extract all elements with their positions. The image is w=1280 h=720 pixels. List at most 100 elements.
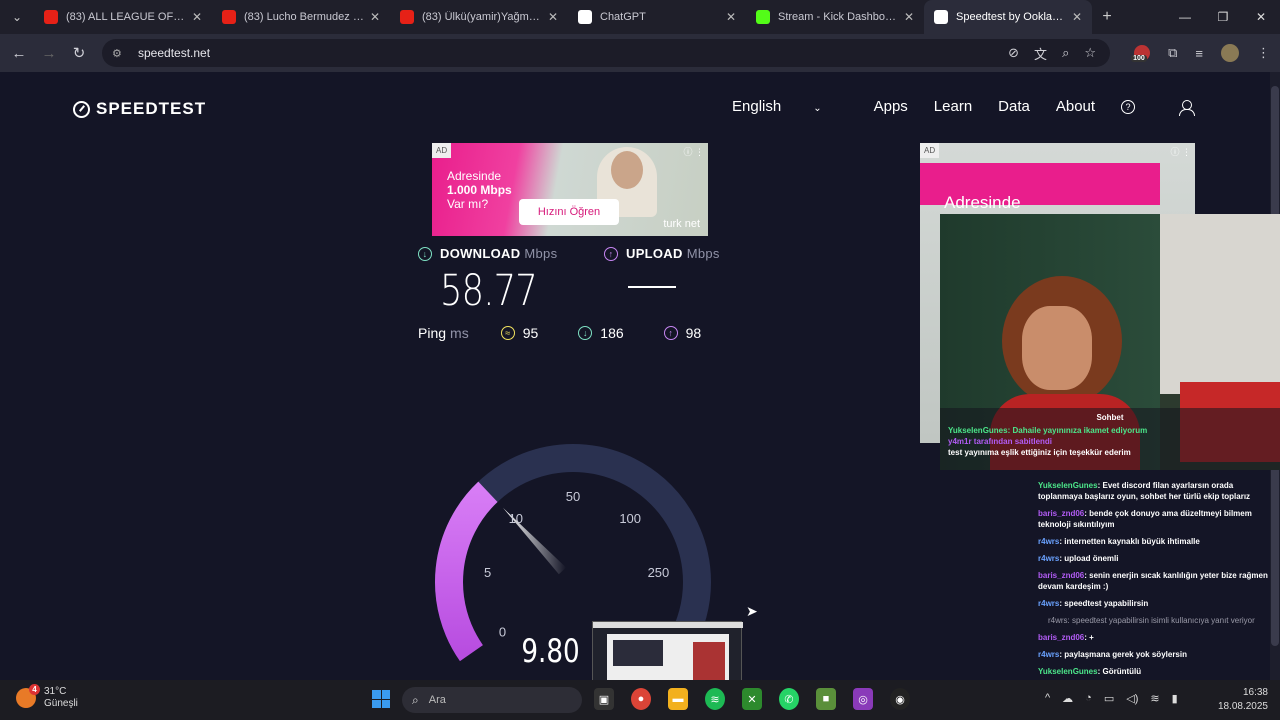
browser-tab[interactable]: (83) Ülkü(yamir)Yağmur - Y ✕: [390, 0, 568, 34]
ad-tag: AD: [432, 143, 452, 158]
ad-info-icon[interactable]: ⓘ ⋮: [1170, 145, 1191, 158]
chat-username[interactable]: baris_znd06: [1038, 633, 1084, 642]
weather-widget[interactable]: 4 31°C Güneşli: [16, 684, 78, 710]
ad-line-2: 1.000 Mbps: [447, 183, 512, 197]
forward-icon[interactable]: →: [34, 45, 64, 62]
reading-list-icon[interactable]: ≡: [1195, 46, 1203, 61]
language-select[interactable]: English ⌄: [732, 98, 848, 115]
tab-title: Speedtest by Ookla - The: [956, 11, 1066, 23]
extensions-puzzle-icon[interactable]: ⧉: [1168, 45, 1177, 61]
chat-username[interactable]: YukselenGunes: [1038, 481, 1098, 490]
chat-username[interactable]: YukselenGunes: [1038, 667, 1098, 676]
screen-share-preview[interactable]: [592, 621, 743, 680]
tray-chevron-icon[interactable]: ^: [1045, 692, 1050, 705]
minecraft-icon[interactable]: ■: [816, 688, 836, 710]
user-account-icon[interactable]: [1179, 99, 1196, 116]
zoom-icon[interactable]: ⌕: [1062, 45, 1069, 61]
whatsapp-icon[interactable]: ✆: [779, 688, 799, 710]
file-explorer-icon[interactable]: ▬: [668, 688, 688, 710]
search-icon: ⌕: [412, 692, 419, 707]
browser-tab[interactable]: Speedtest by Ookla - The ✕: [924, 0, 1092, 34]
minimize-icon[interactable]: —: [1166, 0, 1204, 34]
task-view-icon[interactable]: ▣: [594, 688, 614, 710]
tray-battery-icon[interactable]: ▮: [1172, 692, 1178, 705]
gauge-tick-label: 100: [619, 511, 641, 526]
address-bar[interactable]: ⚙ speedtest.net ⊘ 文 ⌕ ☆: [102, 39, 1110, 67]
chat-message: YukselenGunes: Görüntülü: [1038, 667, 1142, 676]
close-tab-icon[interactable]: ✕: [548, 10, 558, 24]
xbox-icon[interactable]: ✕: [742, 688, 762, 710]
tab-search-icon[interactable]: ⌄: [0, 0, 34, 34]
obs-icon[interactable]: ◉: [890, 688, 910, 710]
chat-message: r4wrs: internetten kaynaklı büyük ihtima…: [1038, 537, 1200, 546]
overlay-line: test yayınıma eşlik ettiğiniz için teşek…: [948, 448, 1131, 457]
chat-username[interactable]: r4wrs: [1038, 537, 1059, 546]
ad-cta-button[interactable]: Hızını Öğren: [519, 199, 619, 225]
nav-learn[interactable]: Learn: [934, 98, 972, 115]
clock-time: 16:38: [1242, 687, 1268, 698]
youtube-icon: [222, 10, 236, 24]
tray-wifi-icon[interactable]: ◔: [1085, 692, 1092, 705]
close-tab-icon[interactable]: ✕: [192, 10, 202, 24]
chat-username[interactable]: baris_znd06: [1038, 571, 1084, 580]
help-icon[interactable]: ?: [1121, 99, 1136, 114]
download-label-row: ↓ DOWNLOAD Mbps: [418, 246, 557, 261]
ping-unit: ms: [450, 325, 469, 341]
new-tab-button[interactable]: +: [1092, 8, 1122, 26]
gauge-tick-label: 5: [484, 565, 491, 580]
ad-tag: AD: [920, 143, 940, 158]
tray-cloud-icon[interactable]: ☁: [1062, 692, 1073, 705]
ad-info-icon[interactable]: ⓘ ⋮: [683, 145, 704, 158]
browser-tab[interactable]: Stream - Kick Dashboard ✕: [746, 0, 924, 34]
chat-username[interactable]: r4wrs: [1038, 599, 1059, 608]
chevron-down-icon: ⌄: [813, 103, 822, 114]
nav-data[interactable]: Data: [998, 98, 1030, 115]
overlay-title: Sohbet: [1096, 413, 1124, 422]
close-tab-icon[interactable]: ✕: [904, 10, 914, 24]
maximize-icon[interactable]: ❐: [1204, 0, 1242, 34]
eye-off-icon[interactable]: ⊘: [1008, 45, 1019, 61]
nav-about[interactable]: About: [1056, 98, 1095, 115]
close-window-icon[interactable]: ✕: [1242, 0, 1280, 34]
logo-text: SPEEDTEST: [96, 99, 207, 118]
clock[interactable]: 16:38 18.08.2025: [1218, 686, 1268, 714]
windows-start-icon[interactable]: [372, 690, 390, 708]
tray-display-icon[interactable]: ▭: [1104, 692, 1114, 705]
url-text: speedtest.net: [138, 46, 211, 60]
translate-icon[interactable]: 文: [1034, 44, 1047, 63]
profile-avatar[interactable]: [1221, 44, 1239, 62]
speedtest-logo[interactable]: SPEEDTEST: [73, 99, 206, 119]
upload-unit: Mbps: [686, 246, 720, 261]
close-tab-icon[interactable]: ✕: [370, 10, 380, 24]
chat-message: baris_znd06: +: [1038, 633, 1094, 642]
taskbar-search[interactable]: ⌕ Ara: [402, 687, 582, 713]
upload-value-pending: [628, 286, 676, 288]
close-tab-icon[interactable]: ✕: [726, 10, 736, 24]
tray-wifi-signal-icon[interactable]: ≋: [1150, 692, 1159, 705]
browser-toolbar: ← → ↻ ⚙ speedtest.net ⊘ 文 ⌕ ☆ 100 ⧉ ≡ ⋮: [0, 34, 1280, 72]
chat-username[interactable]: r4wrs: [1038, 650, 1059, 659]
close-tab-icon[interactable]: ✕: [1072, 10, 1082, 24]
speedtest-icon: [934, 10, 948, 24]
search-placeholder: Ara: [428, 694, 446, 706]
back-icon[interactable]: ←: [4, 45, 34, 62]
chat-username[interactable]: baris_znd06: [1038, 509, 1084, 518]
gauge-tick-label: 10: [509, 511, 523, 526]
chrome-icon[interactable]: ●: [631, 688, 651, 710]
ad-banner-1[interactable]: AD ⓘ ⋮ Adresinde 1.000 Mbps Var mı? Hızı…: [432, 143, 708, 236]
site-info-icon[interactable]: ⚙: [112, 47, 128, 60]
tray-volume-icon[interactable]: ◁): [1126, 692, 1138, 705]
browser-tab[interactable]: ChatGPT ✕: [568, 0, 746, 34]
browser-menu-icon[interactable]: ⋮: [1257, 45, 1270, 61]
spotify-icon[interactable]: ≋: [705, 688, 725, 710]
browser-tab[interactable]: (83) Lucho Bermudez porr ✕: [212, 0, 390, 34]
chat-username[interactable]: r4wrs: [1038, 554, 1059, 563]
preview-titlebar: [593, 622, 743, 628]
chat-text: +: [1089, 633, 1094, 642]
extension-icon[interactable]: 100: [1131, 45, 1151, 62]
browser-tab[interactable]: (83) ALL LEAGUE OF LEGEN ✕: [34, 0, 212, 34]
instagram-icon[interactable]: ◎: [853, 688, 873, 710]
reload-icon[interactable]: ↻: [64, 44, 94, 62]
nav-apps[interactable]: Apps: [874, 98, 908, 115]
bookmark-star-icon[interactable]: ☆: [1084, 45, 1096, 61]
